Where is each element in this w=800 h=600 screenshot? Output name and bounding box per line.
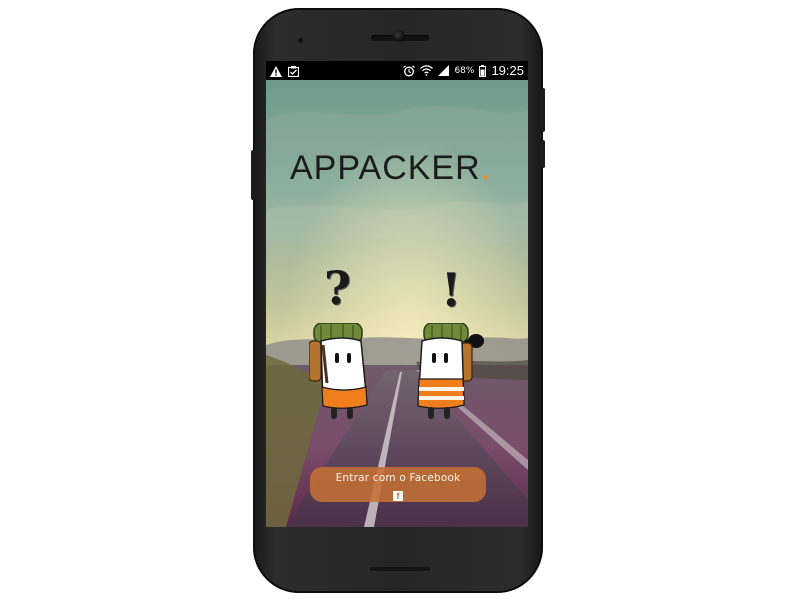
- app-logo: APPACKER.: [290, 149, 520, 188]
- side-button: [541, 140, 545, 168]
- question-mark: ?: [324, 261, 351, 315]
- battery-percent: 68%: [454, 65, 475, 76]
- warning-icon: [270, 65, 282, 77]
- phone-screen: 68% 19:25 APPACKER. ? ! Entrar com o Fac…: [266, 61, 528, 527]
- power-button: [541, 88, 545, 132]
- proximity-sensor: [298, 38, 303, 43]
- battery-icon: [479, 64, 487, 77]
- status-left-icons: [270, 64, 299, 78]
- status-right-icons: 68% 19:25: [403, 62, 524, 79]
- backpacker-character-right: [417, 323, 484, 419]
- facebook-login-button[interactable]: Entrar com o Facebook f: [310, 467, 486, 502]
- status-time: 19:25: [491, 63, 524, 78]
- wifi-icon: [420, 65, 434, 76]
- status-bar: 68% 19:25: [266, 61, 528, 80]
- alarm-icon: [403, 64, 416, 76]
- volume-button: [251, 150, 255, 200]
- logo-dot: .: [480, 149, 492, 187]
- facebook-icon: f: [393, 491, 403, 501]
- front-camera-icon: [393, 30, 405, 42]
- exclamation-mark: !: [441, 263, 462, 317]
- road-wallpaper: [266, 80, 528, 527]
- backpacker-character-left: [309, 323, 368, 419]
- signal-icon: [438, 65, 450, 76]
- logo-text: APPACKER: [290, 149, 481, 187]
- facebook-login-label: Entrar com o Facebook: [335, 472, 461, 484]
- bottom-speaker: [370, 567, 430, 571]
- clipboard-check-icon: [288, 65, 299, 77]
